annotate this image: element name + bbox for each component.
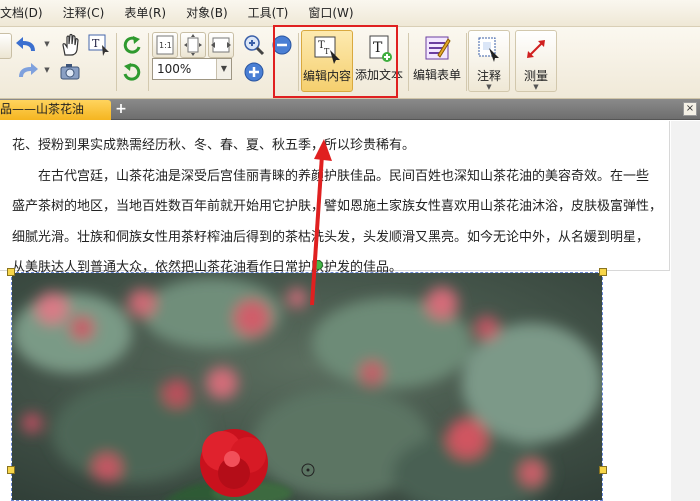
zoom-in-button[interactable] bbox=[241, 59, 267, 85]
menu-tools[interactable]: 工具(T) bbox=[238, 0, 299, 27]
svg-text:1:1: 1:1 bbox=[159, 41, 172, 50]
menu-window[interactable]: 窗口(W) bbox=[298, 0, 363, 27]
actual-size-button[interactable]: 1:1 bbox=[152, 32, 178, 58]
resize-handle-top-left[interactable] bbox=[7, 268, 15, 276]
fit-width-icon bbox=[211, 37, 231, 53]
menu-comment[interactable]: 注释(C) bbox=[53, 0, 115, 27]
toolbar-separator bbox=[408, 33, 409, 91]
menu-object[interactable]: 对象(B) bbox=[176, 0, 238, 27]
resize-handle-top-right[interactable] bbox=[599, 268, 607, 276]
fit-page-button[interactable] bbox=[180, 32, 206, 58]
camellia-flower bbox=[200, 429, 268, 497]
measure-button[interactable]: 测量 ▼ bbox=[515, 30, 557, 92]
zoom-in-icon bbox=[244, 35, 265, 56]
undo-button[interactable] bbox=[12, 34, 42, 58]
resize-handle-mid-right[interactable] bbox=[599, 466, 607, 474]
annotate-dropdown-arrow[interactable]: ▼ bbox=[469, 83, 509, 91]
rotate-right-icon bbox=[123, 63, 141, 81]
redo-button[interactable] bbox=[12, 60, 42, 84]
zoom-in-tool-button[interactable] bbox=[241, 32, 267, 58]
select-text-icon: T bbox=[88, 34, 109, 56]
fit-page-icon bbox=[184, 34, 202, 56]
rotate-left-icon bbox=[123, 36, 141, 54]
redo-dropdown[interactable]: ▼ bbox=[43, 65, 51, 75]
annotate-icon bbox=[478, 37, 499, 62]
annotate-button[interactable]: 注释 ▼ bbox=[468, 30, 510, 92]
redo-icon bbox=[19, 63, 38, 77]
new-tab-button[interactable]: + bbox=[114, 101, 128, 117]
document-tab[interactable]: 品——山茶花油 bbox=[0, 100, 111, 120]
menu-document[interactable]: 文档(D) bbox=[0, 0, 53, 27]
toolbar-separator bbox=[148, 33, 149, 91]
actual-size-icon: 1:1 bbox=[156, 35, 174, 55]
close-tab-button[interactable]: × bbox=[683, 102, 697, 116]
edit-form-icon bbox=[425, 36, 451, 60]
tab-bar: 品——山茶花油 + × bbox=[0, 99, 700, 120]
rotate-right-button[interactable] bbox=[119, 59, 145, 85]
viewport-margin bbox=[671, 121, 700, 501]
camera-icon bbox=[60, 64, 80, 80]
snapshot-button[interactable] bbox=[57, 60, 83, 84]
undo-icon bbox=[16, 37, 35, 51]
zoom-in-circle-icon bbox=[244, 62, 264, 82]
zoom-dropdown-arrow[interactable]: ▼ bbox=[216, 59, 231, 79]
measure-dropdown-arrow[interactable]: ▼ bbox=[516, 83, 556, 91]
toolbar-separator bbox=[466, 33, 467, 91]
zoom-value: 100% bbox=[157, 62, 192, 76]
svg-text:T: T bbox=[92, 37, 100, 50]
menu-bar: 文档(D) 注释(C) 表单(R) 对象(B) 工具(T) 窗口(W) bbox=[0, 0, 700, 27]
edit-form-button[interactable]: 编辑表单 bbox=[411, 30, 463, 92]
document-tab-title: 品——山茶花油 bbox=[0, 102, 85, 116]
highlight-box bbox=[273, 25, 398, 98]
partial-tool-button[interactable] bbox=[0, 33, 12, 59]
hand-icon bbox=[62, 33, 79, 56]
rotate-left-button[interactable] bbox=[119, 32, 145, 58]
fit-width-button[interactable] bbox=[208, 32, 234, 58]
measure-label: 测量 bbox=[523, 69, 548, 83]
undo-dropdown[interactable]: ▼ bbox=[43, 39, 51, 49]
hand-tool-button[interactable] bbox=[57, 32, 83, 58]
select-text-button[interactable]: T bbox=[86, 32, 112, 58]
resize-handle-mid-left[interactable] bbox=[7, 466, 15, 474]
toolbar-separator bbox=[116, 33, 117, 91]
measure-icon bbox=[527, 40, 545, 58]
zoom-select[interactable]: 100% ▼ bbox=[152, 58, 232, 80]
menu-form[interactable]: 表单(R) bbox=[114, 0, 176, 27]
edit-form-label: 编辑表单 bbox=[412, 68, 461, 82]
red-arrow-annotation bbox=[310, 139, 332, 306]
annotate-label: 注释 bbox=[476, 69, 501, 83]
